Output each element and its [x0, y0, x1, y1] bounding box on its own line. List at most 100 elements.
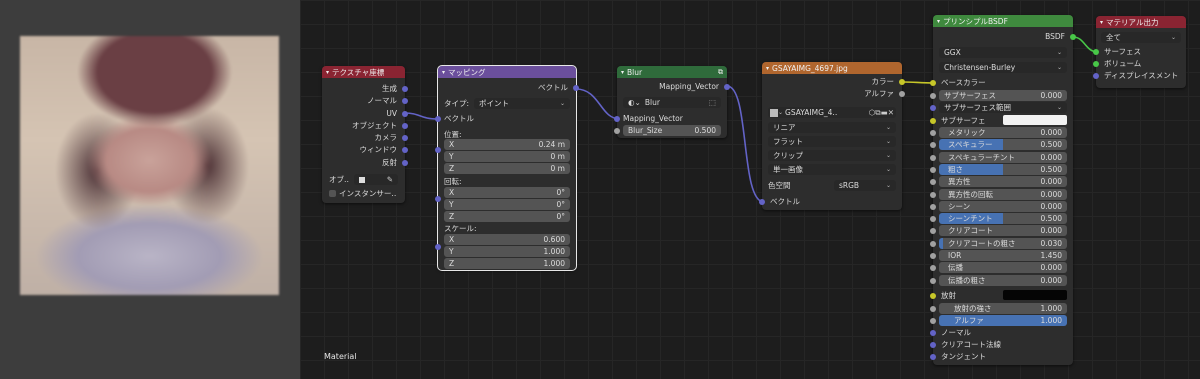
- socket-vector-in[interactable]: [759, 199, 765, 205]
- socket-window[interactable]: [402, 147, 408, 153]
- socket-bsdf-out[interactable]: [1070, 34, 1076, 40]
- distribution-dropdown[interactable]: GGX ⌄: [939, 47, 1067, 58]
- rotation-z-field[interactable]: Z 0°: [444, 211, 570, 222]
- socket-param[interactable]: [930, 228, 936, 234]
- scale-x-field[interactable]: X 0.600: [444, 234, 570, 245]
- location-z-field[interactable]: Z 0 m: [444, 163, 570, 174]
- image-datablock[interactable]: ⌄ GSAYAIMG_4‥ ⬡ ⧉ ▬ ✕: [768, 107, 896, 118]
- alpha-field[interactable]: アルファ 1.000: [939, 315, 1067, 326]
- bsdf-param-field[interactable]: シーン 0.000: [939, 201, 1067, 212]
- node-header[interactable]: ▾ プリンシプルBSDF: [933, 15, 1073, 27]
- mapping-node[interactable]: ▾ マッピング ベクトル タイプ: ポイント ⌄ ベクトル 位置: X 0.24 …: [435, 65, 579, 271]
- socket-param[interactable]: [930, 265, 936, 271]
- socket-param[interactable]: [930, 192, 936, 198]
- collapse-icon[interactable]: ▾: [937, 18, 940, 25]
- node-header[interactable]: ▾ テクスチャ座標: [322, 66, 405, 78]
- folder-icon[interactable]: ▬: [881, 108, 888, 117]
- socket-param[interactable]: [930, 278, 936, 284]
- eyedropper-icon[interactable]: ✎: [387, 175, 393, 184]
- subsurface-field[interactable]: サブサーフェス 0.000: [939, 90, 1067, 101]
- bsdf-param-field[interactable]: スペキュラー 0.500: [939, 139, 1067, 150]
- bsdf-param-field[interactable]: 伝播 0.000: [939, 262, 1067, 273]
- source-dropdown[interactable]: 単一画像 ⌄: [768, 164, 896, 175]
- socket-param[interactable]: [930, 142, 936, 148]
- socket-base-color[interactable]: [930, 80, 936, 86]
- texture-coordinate-node[interactable]: ▾ テクスチャ座標 生成 ノーマル UV オブジェクト カメラ ウィンドウ 反射…: [322, 66, 408, 203]
- bsdf-param-field[interactable]: 異方性の回転 0.000: [939, 189, 1067, 200]
- subsurface-radius-dropdown[interactable]: サブサーフェス範囲 ⌄: [939, 102, 1067, 113]
- socket-subsurface-radius[interactable]: [930, 105, 936, 111]
- users-icon[interactable]: ⬚: [709, 98, 716, 107]
- from-instancer-checkbox[interactable]: [329, 190, 336, 197]
- image-texture-node[interactable]: ▾ GSAYAIMG_4697.jpg カラー アルファ ⌄ GSAYAIMG_…: [759, 62, 905, 210]
- socket-mapping-vector-in[interactable]: [614, 116, 620, 122]
- collapse-icon[interactable]: ▾: [442, 69, 445, 76]
- socket-displacement[interactable]: [1093, 73, 1099, 79]
- location-y-field[interactable]: Y 0 m: [444, 151, 570, 162]
- bsdf-param-field[interactable]: 粗さ 0.500: [939, 164, 1067, 175]
- node-header[interactable]: ▾ Blur ⧉: [617, 66, 727, 78]
- collapse-icon[interactable]: ▾: [621, 69, 624, 76]
- socket-camera[interactable]: [402, 135, 408, 141]
- socket-mapping-vector-out[interactable]: [724, 84, 730, 90]
- bsdf-param-field[interactable]: クリアコート 0.000: [939, 225, 1067, 236]
- location-x-field[interactable]: X 0.24 m: [444, 139, 570, 150]
- socket-clearcoat-normal[interactable]: [930, 342, 936, 348]
- node-header[interactable]: ▾ マッピング: [438, 66, 576, 78]
- extension-dropdown[interactable]: クリップ ⌄: [768, 150, 896, 161]
- principled-bsdf-node[interactable]: ▾ プリンシプルBSDF BSDF GGX ⌄ Christensen-Burle…: [930, 15, 1076, 365]
- socket-normal[interactable]: [930, 330, 936, 336]
- emission-color-swatch[interactable]: [1003, 290, 1067, 300]
- socket-vector-in[interactable]: [435, 116, 441, 122]
- blur-size-field[interactable]: Blur_Size 0.500: [623, 125, 721, 136]
- emission-strength-field[interactable]: 放射の強さ 1.000: [939, 303, 1067, 314]
- bsdf-param-field[interactable]: IOR 1.450: [939, 250, 1067, 261]
- socket-param[interactable]: [930, 204, 936, 210]
- node-editor-canvas[interactable]: Material ▾ テクスチャ座標 生成 ノーマル UV オブジェクト カメラ…: [300, 0, 1200, 379]
- collapse-icon[interactable]: ▾: [1100, 19, 1103, 26]
- interpolation-dropdown[interactable]: リニア ⌄: [768, 122, 896, 133]
- socket-param[interactable]: [930, 167, 936, 173]
- socket-reflection[interactable]: [402, 160, 408, 166]
- scale-y-field[interactable]: Y 1.000: [444, 246, 570, 257]
- socket-emission-strength[interactable]: [930, 306, 936, 312]
- object-picker[interactable]: ✎: [354, 174, 398, 185]
- socket-generated[interactable]: [402, 86, 408, 92]
- bsdf-param-field[interactable]: 伝播の粗さ 0.000: [939, 275, 1067, 286]
- close-icon[interactable]: ✕: [888, 108, 894, 117]
- bsdf-param-field[interactable]: 異方性 0.000: [939, 176, 1067, 187]
- socket-vector-out[interactable]: [573, 85, 579, 91]
- socket-location[interactable]: [435, 147, 441, 153]
- colorspace-dropdown[interactable]: sRGB ⌄: [834, 180, 896, 191]
- bsdf-param-field[interactable]: スペキュラーチント 0.000: [939, 152, 1067, 163]
- socket-param[interactable]: [930, 241, 936, 247]
- socket-rotation[interactable]: [435, 196, 441, 202]
- socket-param[interactable]: [930, 216, 936, 222]
- bsdf-param-field[interactable]: シーンチント 0.500: [939, 213, 1067, 224]
- socket-param[interactable]: [930, 179, 936, 185]
- socket-alpha[interactable]: [930, 318, 936, 324]
- rotation-x-field[interactable]: X 0°: [444, 187, 570, 198]
- node-header[interactable]: ▾ マテリアル出力: [1096, 16, 1186, 28]
- socket-subsurface-color[interactable]: [930, 118, 936, 124]
- projection-dropdown[interactable]: フラット ⌄: [768, 136, 896, 147]
- rotation-y-field[interactable]: Y 0°: [444, 199, 570, 210]
- collapse-icon[interactable]: ▾: [766, 65, 769, 72]
- socket-volume[interactable]: [1093, 61, 1099, 67]
- socket-alpha-out[interactable]: [899, 91, 905, 97]
- socket-color-out[interactable]: [899, 79, 905, 85]
- socket-uv[interactable]: [402, 111, 408, 117]
- target-dropdown[interactable]: 全て ⌄: [1101, 32, 1181, 43]
- material-output-node[interactable]: ▾ マテリアル出力 全て ⌄ サーフェス ボリューム ディスプレイスメント: [1093, 16, 1186, 88]
- socket-tangent[interactable]: [930, 354, 936, 360]
- node-group-selector[interactable]: ◐⌄ Blur ⬚: [623, 97, 721, 108]
- socket-normal[interactable]: [402, 98, 408, 104]
- socket-param[interactable]: [930, 130, 936, 136]
- subsurface-method-dropdown[interactable]: Christensen-Burley ⌄: [939, 62, 1067, 73]
- bsdf-param-field[interactable]: クリアコートの粗さ 0.030: [939, 238, 1067, 249]
- collapse-icon[interactable]: ▾: [326, 69, 329, 76]
- socket-surface[interactable]: [1093, 49, 1099, 55]
- node-header[interactable]: ▾ GSAYAIMG_4697.jpg: [762, 62, 902, 74]
- socket-emission[interactable]: [930, 293, 936, 299]
- socket-param[interactable]: [930, 155, 936, 161]
